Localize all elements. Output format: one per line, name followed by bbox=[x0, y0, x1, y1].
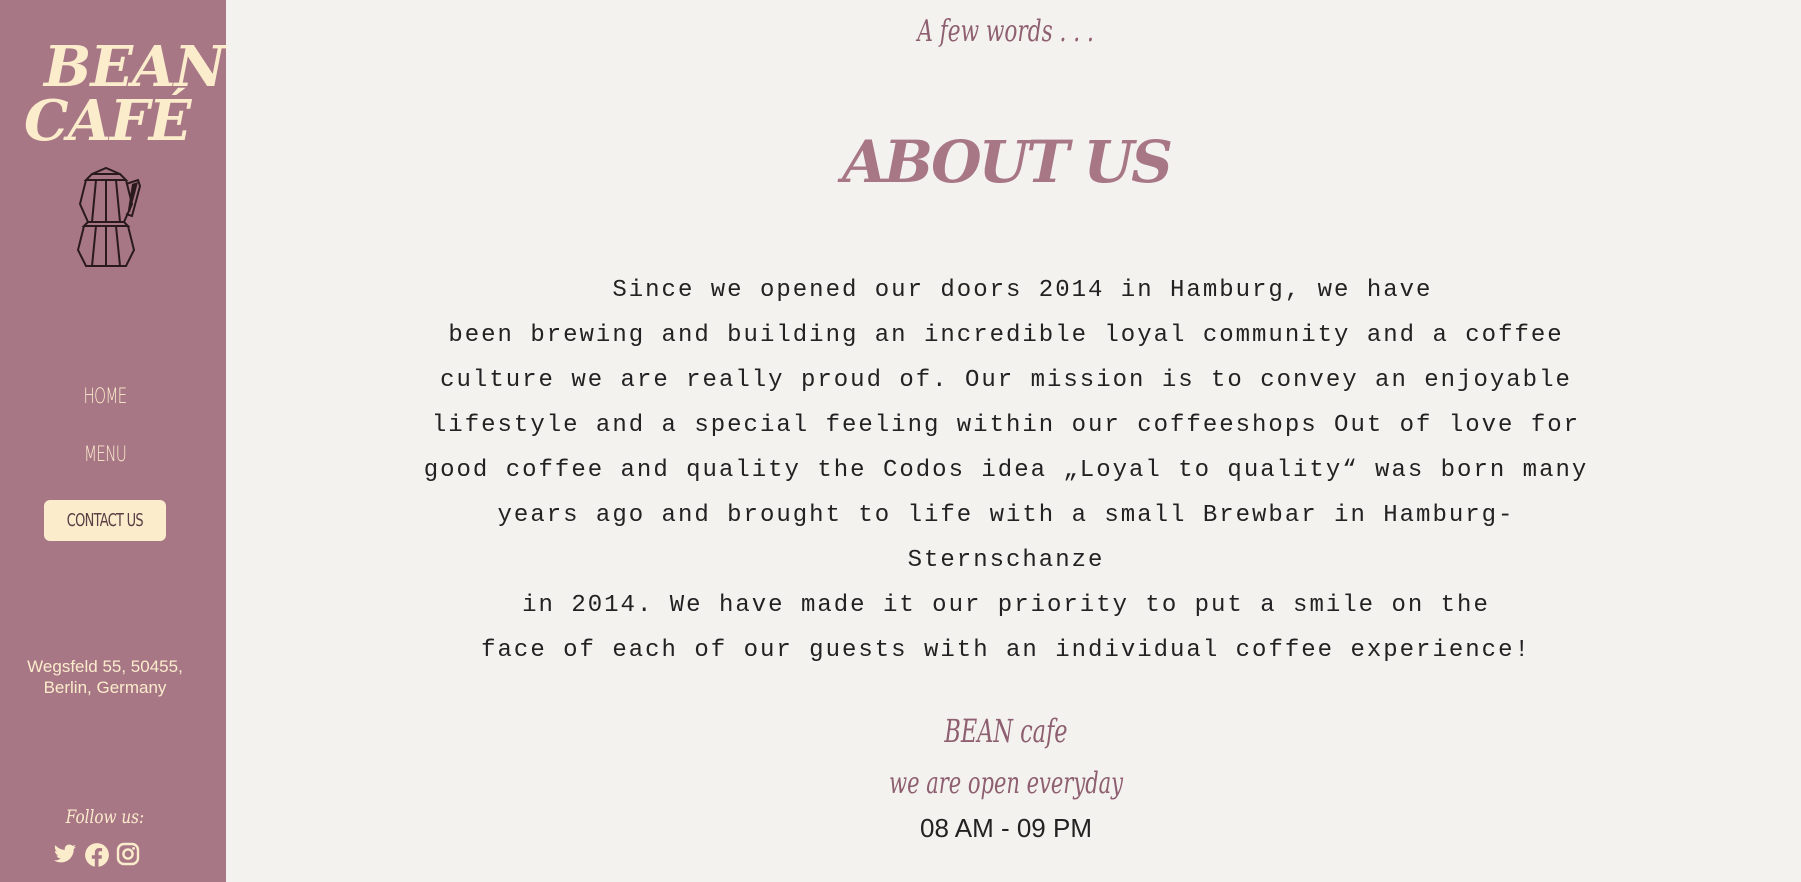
section-kicker: A few words . . . bbox=[226, 14, 1786, 49]
brand-name: BEAN cafe bbox=[226, 712, 1786, 750]
address: Wegsfeld 55, 50455, Berlin, Germany bbox=[0, 656, 210, 698]
about-line: face of each of our guests with an indiv… bbox=[481, 637, 1531, 664]
about-line: in 2014. We have made it our priority to… bbox=[522, 592, 1490, 619]
about-line: been brewing and building an incredible … bbox=[448, 322, 1564, 349]
about-line: Sternschanze bbox=[907, 547, 1105, 574]
instagram-icon[interactable] bbox=[116, 842, 140, 866]
opening-hours: 08 AM - 09 PM bbox=[920, 813, 1092, 843]
main-content: A few words . . . ABOUT US Since we open… bbox=[226, 0, 1801, 882]
logo[interactable]: BEAN CAFÉ bbox=[24, 34, 226, 154]
nav-menu[interactable]: MENU bbox=[29, 442, 180, 466]
main-nav: HOME MENU CONTACT US bbox=[0, 384, 210, 541]
about-line: lifestyle and a special feeling within o… bbox=[431, 412, 1581, 439]
section-kicker-text: A few words . . . bbox=[917, 14, 1095, 49]
about-line: Since we opened our doors 2014 in Hambur… bbox=[579, 277, 1433, 304]
follow-label-text: Follow us: bbox=[65, 806, 145, 828]
open-days: we are open everyday bbox=[226, 766, 1786, 801]
page-title: ABOUT US bbox=[841, 128, 1173, 196]
about-line: culture we are really proud of. Our miss… bbox=[440, 367, 1572, 394]
facebook-icon[interactable] bbox=[84, 842, 110, 868]
moka-pot-icon bbox=[76, 166, 142, 267]
open-days-text: we are open everyday bbox=[889, 766, 1123, 801]
nav-contact-label: CONTACT US bbox=[66, 510, 144, 531]
address-line-2: Berlin, Germany bbox=[43, 678, 167, 697]
social-links bbox=[52, 842, 172, 868]
about-paragraph: Since we opened our doors 2014 in Hambur… bbox=[406, 268, 1606, 673]
nav-home[interactable]: HOME bbox=[29, 384, 180, 408]
address-line-1: Wegsfeld 55, 50455, bbox=[27, 657, 183, 676]
sidebar: BEAN CAFÉ HOME MENU CONTACT US Wegsfeld … bbox=[0, 0, 226, 882]
twitter-icon[interactable] bbox=[52, 842, 78, 866]
about-line: good coffee and quality the Codos idea „… bbox=[423, 457, 1589, 484]
brand-name-text: BEAN cafe bbox=[944, 712, 1068, 750]
follow-label: Follow us: bbox=[0, 806, 210, 828]
logo-line-2: CAFÉ bbox=[24, 88, 191, 154]
logo-line-1: BEAN bbox=[44, 34, 226, 100]
about-line: years ago and brought to life with a sma… bbox=[497, 502, 1515, 529]
nav-contact-button[interactable]: CONTACT US bbox=[44, 500, 166, 541]
